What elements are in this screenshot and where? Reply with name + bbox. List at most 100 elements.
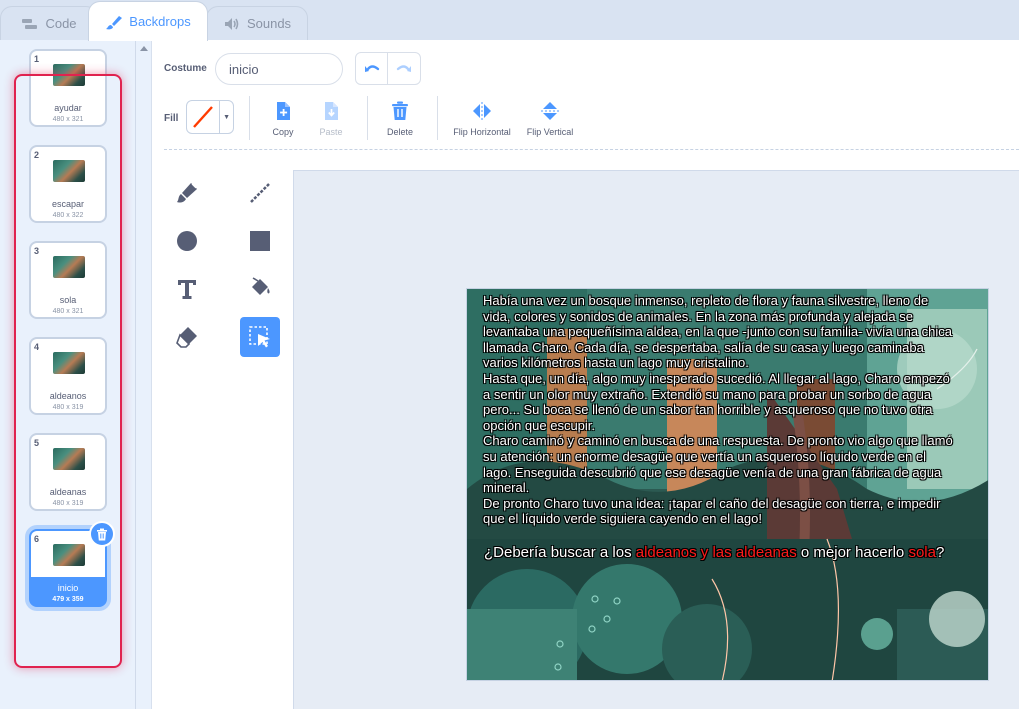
flip-vertical-label: Flip Vertical [526,127,574,137]
fill-bucket-icon [252,277,270,295]
backdrop-tile-sola[interactable]: 3 sola 480 x 321 [29,241,107,319]
circle-icon [177,231,197,251]
speaker-icon [223,17,241,31]
backdrop-number: 3 [34,246,40,256]
backdrop-list: 1 ayudar 480 x 321 2 escapar 480 x 322 3… [0,40,136,709]
eraser-icon [176,327,197,348]
flip-horizontal-button[interactable]: Flip Horizontal [450,98,514,137]
brush-tool[interactable] [167,173,207,213]
choice-aldeanos: aldeanos [635,544,697,561]
delete-label: Delete [386,127,413,137]
costume-name-input[interactable] [215,53,343,85]
backdrop-number: 4 [34,342,40,352]
backdrop-canvas[interactable]: Había una vez un bosque inmenso, repleto… [466,288,989,681]
question-text: y las [696,544,736,561]
paste-button[interactable]: Paste [299,98,363,137]
backdrop-name: sola [59,295,77,305]
rectangle-tool[interactable] [240,221,280,261]
canvas-workspace[interactable]: Había una vez un bosque inmenso, repleto… [293,170,1019,709]
backdrop-name: inicio [57,583,79,593]
select-icon [249,326,270,348]
backdrop-thumbnail [53,160,85,182]
tab-backdrops[interactable]: Backdrops [88,1,208,41]
fill-color-picker[interactable]: ▼ [186,100,234,134]
circle-tool[interactable] [167,221,207,261]
story-text: Había una vez un bosque inmenso, repleto… [483,293,979,527]
choice-sola: sola [908,544,936,561]
backdrop-tile-escapar[interactable]: 2 escapar 480 x 322 [29,145,107,223]
trash-icon [392,101,408,120]
backdrop-number: 2 [34,150,40,160]
eraser-tool[interactable] [167,317,207,357]
backdrop-size: 480 x 322 [52,212,84,219]
story-line: varios kilómetros hasta un lago muy cris… [483,355,749,371]
redo-button[interactable] [388,53,420,84]
editor-tab-bar: Code Backdrops Sounds [0,0,1019,41]
costume-name-label: Costume [164,63,207,74]
fill-dropdown-caret[interactable]: ▼ [220,101,233,133]
story-line: Hasta que, un día, algo muy inesperado s… [483,370,950,386]
story-line: levantaba una pequeñísima aldea, en la q… [483,324,953,340]
backdrop-tile-ayudar[interactable]: 1 ayudar 480 x 321 [29,49,107,127]
paste-label: Paste [319,127,343,137]
story-line: que el líquido verde siguiera cayendo en… [483,511,762,527]
paste-icon [325,102,338,120]
backdrop-size: 480 x 321 [52,116,84,123]
line-icon [250,183,270,203]
tab-sounds[interactable]: Sounds [206,6,308,40]
line-tool[interactable] [240,173,280,213]
story-line: Charo caminó y caminó en busca de una re… [483,433,953,449]
backdrop-thumbnail [53,352,85,374]
choice-aldeanas: aldeanas [735,544,797,561]
backdrop-size: 480 x 321 [52,308,84,315]
undo-redo-group [355,52,421,85]
flip-vertical-button[interactable]: Flip Vertical [518,98,582,137]
delete-button[interactable]: Delete [368,98,432,137]
story-line: pero... Su boca se llenó de un sabor tan… [483,402,933,418]
toolbar-divider [249,96,250,140]
tab-code[interactable]: Code [0,6,98,40]
tab-sounds-label: Sounds [246,16,292,31]
select-tool[interactable] [240,317,280,357]
backdrop-thumbnail [53,256,85,278]
story-line: mineral. [483,480,530,496]
choice-question: ¿Debería buscar a los aldeanos y las ald… [484,544,984,561]
flip-horizontal-label: Flip Horizontal [453,127,511,137]
fill-tool[interactable] [240,269,280,309]
backdrop-name: aldeanos [49,391,87,401]
brush-icon [177,183,197,203]
question-text: ¿Debería buscar a los [484,544,636,561]
redo-icon [396,64,411,72]
backdrop-list-scrollbar[interactable] [136,40,152,709]
story-line: vida, colores y sonidos de animales. En … [483,308,913,324]
fill-swatch[interactable] [187,101,221,133]
story-line: De pronto Charo tuvo una idea: ¡tapar el… [483,495,941,511]
text-tool[interactable] [167,269,207,309]
paint-editor: Costume Fill ▼ Copy Paste Delete [152,40,1019,709]
text-icon [178,280,196,299]
backdrop-name: ayudar [54,103,82,113]
backdrop-number: 5 [34,438,40,448]
undo-button[interactable] [356,53,389,84]
fill-swatch-icon [191,105,216,129]
story-line: Había una vez un bosque inmenso, repleto… [483,293,929,308]
flip-horizontal-icon [473,102,491,120]
backdrop-thumbnail [53,64,85,86]
toolbar-separator-line [164,149,1019,150]
rectangle-icon [250,231,270,251]
trash-icon [97,528,107,540]
backdrop-thumbnail [53,448,85,470]
scroll-up-arrow-icon[interactable] [140,46,148,51]
toolbar-divider [437,96,438,140]
copy-icon [277,102,290,120]
tab-code-label: Code [45,16,77,31]
backdrop-tile-aldeanas[interactable]: 5 aldeanas 480 x 319 [29,433,107,511]
story-line: opción que escupir. [483,417,596,433]
backdrop-number: 1 [34,54,40,64]
backdrop-size: 480 x 319 [52,404,84,411]
delete-backdrop-button[interactable] [89,521,115,547]
backdrop-number: 6 [34,534,40,544]
story-line: llamada Charo. Cada día, se despertaba, … [483,339,924,355]
backdrop-size: 479 x 359 [52,596,84,603]
backdrop-tile-aldeanos[interactable]: 4 aldeanos 480 x 319 [29,337,107,415]
